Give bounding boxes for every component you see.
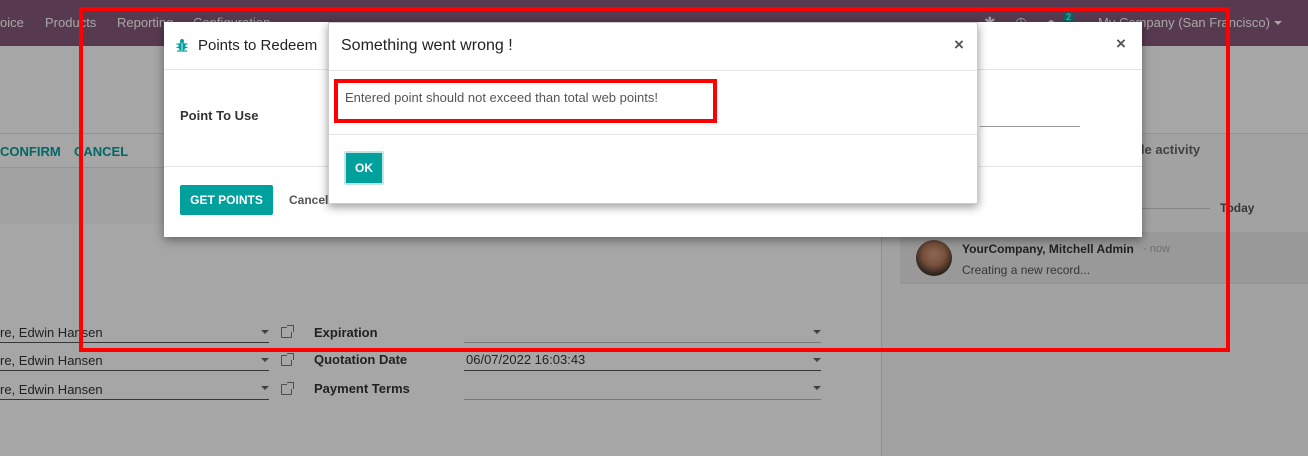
annotation-message-highlight: [334, 79, 717, 123]
annotation-highlight-box: [79, 7, 1230, 352]
